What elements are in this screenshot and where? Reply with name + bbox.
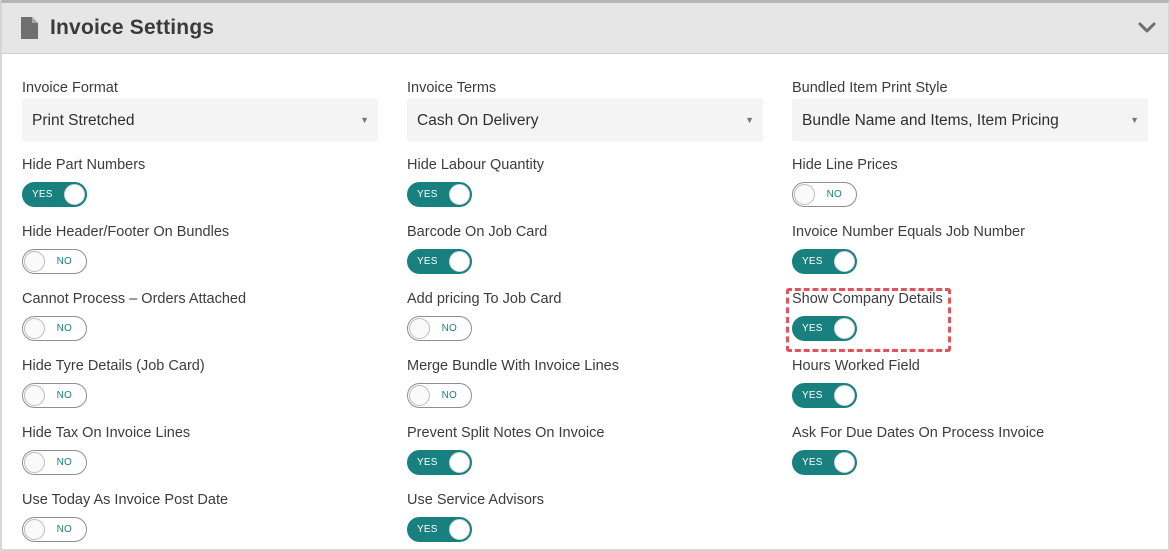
add-pricing-to-job-card-label: Add pricing To Job Card: [407, 291, 562, 307]
hide-part-numbers-toggle[interactable]: YES: [22, 182, 87, 207]
toggle-knob: [834, 251, 855, 272]
panel-title: Invoice Settings: [50, 16, 215, 39]
hours-worked-field-toggle[interactable]: YES: [792, 383, 857, 408]
invoice-format-select[interactable]: Print Stretched ▼: [22, 99, 378, 141]
invoice-number-equals-job-number-label: Invoice Number Equals Job Number: [792, 224, 1025, 240]
invoice-terms-value: Cash On Delivery: [417, 112, 539, 129]
bundled-item-print-style-field: Bundled Item Print Style: [792, 80, 948, 96]
toggle-knob: [794, 184, 815, 205]
cannot-process-orders-attached-toggle[interactable]: NO: [22, 316, 87, 341]
toggle-knob: [24, 385, 45, 406]
use-service-advisors-toggle[interactable]: YES: [407, 517, 472, 542]
ask-for-due-dates-toggle[interactable]: YES: [792, 450, 857, 475]
show-company-details-toggle[interactable]: YES: [792, 316, 857, 341]
toggle-state: NO: [56, 524, 72, 535]
toggle-knob: [64, 184, 85, 205]
dropdown-arrow-icon: ▼: [1130, 115, 1139, 125]
toggle-state: YES: [417, 524, 438, 535]
hide-line-prices-toggle[interactable]: NO: [792, 182, 857, 207]
hide-tax-on-invoice-lines-label: Hide Tax On Invoice Lines: [22, 425, 191, 441]
invoice-format-value: Print Stretched: [32, 112, 135, 129]
bundled-item-print-style-value: Bundle Name and Items, Item Pricing: [802, 112, 1059, 129]
toggle-state: NO: [56, 323, 72, 334]
invoice-terms-select[interactable]: Cash On Delivery ▼: [407, 99, 763, 141]
prevent-split-notes-on-invoice-label: Prevent Split Notes On Invoice: [407, 425, 605, 441]
invoice-terms-label: Invoice Terms: [407, 80, 497, 96]
use-today-as-invoice-post-date-label: Use Today As Invoice Post Date: [22, 492, 229, 508]
toggle-state: YES: [32, 189, 53, 200]
show-company-details-label: Show Company Details: [792, 291, 943, 307]
toggle-knob: [24, 452, 45, 473]
document-icon: [21, 17, 38, 39]
toggle-state: YES: [802, 390, 823, 401]
toggle-knob: [409, 385, 430, 406]
barcode-on-job-card-toggle[interactable]: YES: [407, 249, 472, 274]
toggle-state: YES: [802, 323, 823, 334]
hide-tyre-details-toggle[interactable]: NO: [22, 383, 87, 408]
toggle-state: YES: [802, 256, 823, 267]
toggle-state: YES: [802, 457, 823, 468]
toggle-knob: [24, 251, 45, 272]
prevent-split-notes-on-invoice-toggle[interactable]: YES: [407, 450, 472, 475]
hide-labour-quantity-label: Hide Labour Quantity: [407, 157, 545, 173]
merge-bundle-with-invoice-lines-label: Merge Bundle With Invoice Lines: [407, 358, 619, 374]
panel-header[interactable]: Invoice Settings: [2, 3, 1168, 54]
toggle-state: NO: [826, 189, 842, 200]
hours-worked-field-label: Hours Worked Field: [792, 358, 920, 374]
toggle-knob: [834, 385, 855, 406]
invoice-format-label: Invoice Format: [22, 80, 118, 96]
toggle-knob: [24, 519, 45, 540]
toggle-state: YES: [417, 256, 438, 267]
hide-line-prices-label: Hide Line Prices: [792, 157, 898, 173]
toggle-state: NO: [441, 323, 457, 334]
toggle-state: NO: [56, 256, 72, 267]
toggle-state: YES: [417, 457, 438, 468]
use-today-as-invoice-post-date-toggle[interactable]: NO: [22, 517, 87, 542]
hide-tyre-details-label: Hide Tyre Details (Job Card): [22, 358, 205, 374]
hide-labour-quantity-toggle[interactable]: YES: [407, 182, 472, 207]
toggle-knob: [409, 318, 430, 339]
toggle-knob: [449, 452, 470, 473]
invoice-settings-panel: Invoice Settings Invoice Format Print St…: [0, 0, 1170, 551]
bundled-item-print-style-select[interactable]: Bundle Name and Items, Item Pricing ▼: [792, 99, 1148, 141]
toggle-state: NO: [56, 457, 72, 468]
toggle-knob: [449, 251, 470, 272]
hide-header-footer-on-bundles-label: Hide Header/Footer On Bundles: [22, 224, 230, 240]
invoice-terms-field: Invoice Terms: [407, 80, 496, 96]
chevron-down-icon[interactable]: [1138, 21, 1156, 35]
toggle-knob: [834, 452, 855, 473]
barcode-on-job-card-label: Barcode On Job Card: [407, 224, 548, 240]
hide-tax-on-invoice-lines-toggle[interactable]: NO: [22, 450, 87, 475]
toggle-state: YES: [417, 189, 438, 200]
merge-bundle-with-invoice-lines-toggle[interactable]: NO: [407, 383, 472, 408]
bundled-item-print-style-label: Bundled Item Print Style: [792, 80, 948, 96]
hide-part-numbers-label: Hide Part Numbers: [22, 157, 146, 173]
invoice-number-equals-job-number-toggle[interactable]: YES: [792, 249, 857, 274]
cannot-process-orders-attached-label: Cannot Process – Orders Attached: [22, 291, 247, 307]
invoice-format-field: Invoice Format: [22, 80, 118, 96]
toggle-knob: [834, 318, 855, 339]
toggle-knob: [449, 184, 470, 205]
ask-for-due-dates-label: Ask For Due Dates On Process Invoice: [792, 425, 1045, 441]
toggle-state: NO: [441, 390, 457, 401]
toggle-knob: [449, 519, 470, 540]
use-service-advisors-label: Use Service Advisors: [407, 492, 544, 508]
hide-header-footer-on-bundles-toggle[interactable]: NO: [22, 249, 87, 274]
dropdown-arrow-icon: ▼: [360, 115, 369, 125]
dropdown-arrow-icon: ▼: [745, 115, 754, 125]
toggle-state: NO: [56, 390, 72, 401]
toggle-knob: [24, 318, 45, 339]
add-pricing-to-job-card-toggle[interactable]: NO: [407, 316, 472, 341]
